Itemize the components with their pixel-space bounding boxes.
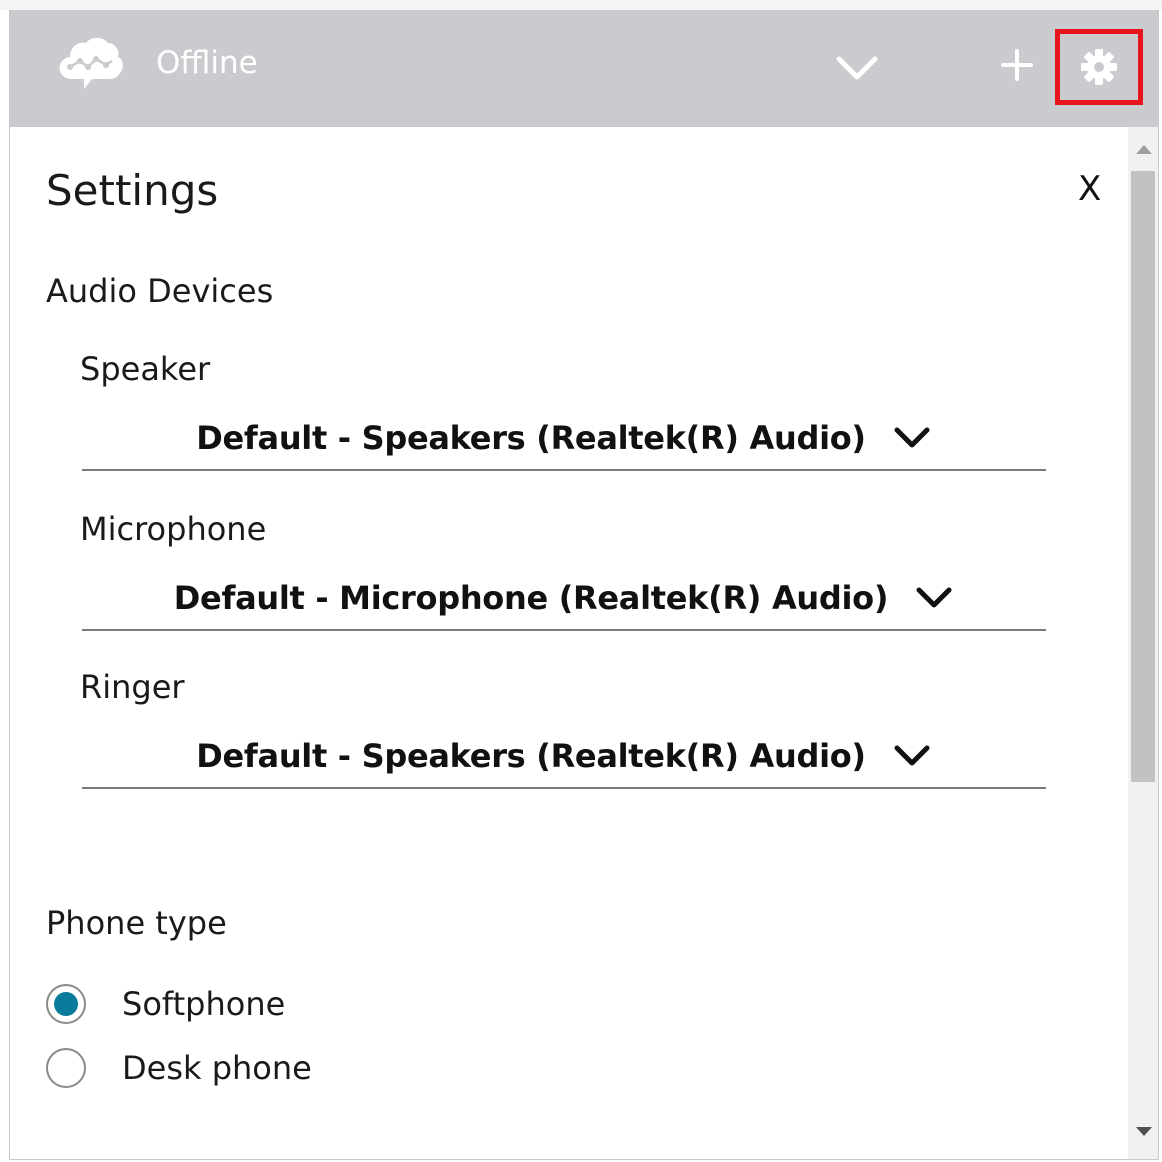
chevron-down-icon <box>894 427 930 448</box>
speaker-select[interactable]: Default - Speakers (Realtek(R) Audio) <box>82 407 1046 471</box>
ringer-select[interactable]: Default - Speakers (Realtek(R) Audio) <box>82 725 1046 789</box>
scrollbar-thumb[interactable] <box>1131 171 1155 782</box>
microphone-select[interactable]: Default - Microphone (Realtek(R) Audio) <box>82 567 1046 631</box>
scroll-down-arrow-icon[interactable] <box>1136 1127 1152 1136</box>
softphone-option[interactable]: Softphone <box>46 979 285 1029</box>
header-bar: Offline <box>10 11 1158 127</box>
chevron-down-icon <box>894 745 930 766</box>
ringer-label: Ringer <box>80 668 185 706</box>
gear-icon <box>1081 49 1117 85</box>
desk-phone-label: Desk phone <box>122 1049 312 1087</box>
add-button[interactable] <box>995 41 1039 89</box>
vertical-scrollbar[interactable] <box>1128 127 1158 1159</box>
desk-phone-option[interactable]: Desk phone <box>46 1043 312 1093</box>
desk-phone-radio[interactable] <box>46 1048 86 1088</box>
ringer-select-value: Default - Speakers (Realtek(R) Audio) <box>196 737 866 775</box>
softphone-radio[interactable] <box>46 984 86 1024</box>
window-top-edge <box>0 0 1162 10</box>
microphone-label: Microphone <box>80 510 267 548</box>
close-settings-button[interactable]: X <box>1078 169 1101 209</box>
audio-devices-heading: Audio Devices <box>46 272 274 310</box>
settings-button[interactable] <box>1055 29 1143 105</box>
scroll-up-arrow-icon[interactable] <box>1136 145 1152 154</box>
plus-icon <box>1001 49 1033 81</box>
chevron-down-icon <box>916 587 952 608</box>
phone-type-heading: Phone type <box>46 904 227 942</box>
microphone-select-value: Default - Microphone (Realtek(R) Audio) <box>173 579 889 617</box>
chevron-down-icon <box>836 56 878 80</box>
ccp-window: Offline Settings X Audio Devices Speaker… <box>9 10 1159 1160</box>
status-dropdown-button[interactable] <box>830 45 884 89</box>
softphone-label: Softphone <box>122 985 286 1023</box>
settings-title: Settings <box>46 166 219 215</box>
speaker-select-value: Default - Speakers (Realtek(R) Audio) <box>196 419 866 457</box>
cloud-logo-icon <box>59 37 123 89</box>
speaker-label: Speaker <box>80 350 211 388</box>
agent-status-label[interactable]: Offline <box>156 41 258 85</box>
